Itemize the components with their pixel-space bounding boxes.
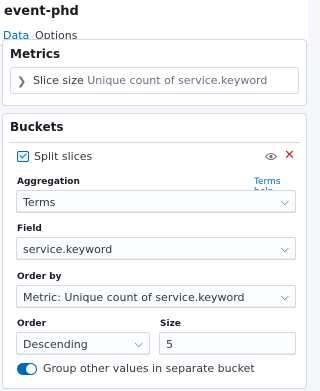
metrics-title: Metrics bbox=[10, 47, 61, 61]
order-label: Order bbox=[17, 319, 47, 329]
size-label: Size bbox=[160, 319, 181, 329]
order-select[interactable]: Descending ⌵ bbox=[16, 332, 150, 355]
close-icon[interactable]: ✕ bbox=[284, 148, 295, 163]
field-label: Field bbox=[17, 224, 42, 234]
metric-item-label: Slice size Unique count of service.keywo… bbox=[33, 74, 267, 87]
size-input[interactable]: 5 bbox=[159, 332, 296, 355]
chevron-down-icon: ⌵ bbox=[280, 242, 289, 255]
chevron-down-icon: ⌵ bbox=[280, 290, 289, 303]
buckets-panel: Buckets Split slices ✕ Aggregation Terms… bbox=[2, 113, 307, 389]
metric-slice-size[interactable]: ❯ Slice size Unique count of service.key… bbox=[10, 67, 299, 94]
aggregation-select[interactable]: Terms ⌵ bbox=[16, 190, 296, 213]
split-slices-bucket: Split slices ✕ Aggregation Terms help Te… bbox=[9, 142, 300, 388]
chevron-down-icon: ⌵ bbox=[134, 337, 143, 350]
group-other-label: Group other values in separate bucket bbox=[43, 362, 255, 375]
aggregation-label: Aggregation bbox=[17, 177, 80, 187]
metric-label-text: Slice size bbox=[33, 74, 84, 87]
buckets-title: Buckets bbox=[10, 120, 64, 134]
chevron-down-icon: ⌵ bbox=[280, 195, 289, 208]
checkbox-icon[interactable] bbox=[17, 151, 29, 162]
toggle-knob bbox=[26, 364, 36, 374]
metric-description: Unique count of service.keyword bbox=[87, 74, 268, 87]
order-by-select[interactable]: Metric: Unique count of service.keyword … bbox=[16, 285, 296, 308]
field-value: service.keyword bbox=[23, 243, 113, 256]
metrics-panel: Metrics ❯ Slice size Unique count of ser… bbox=[2, 39, 307, 106]
order-by-value: Metric: Unique count of service.keyword bbox=[23, 291, 245, 304]
group-other-toggle[interactable] bbox=[17, 363, 37, 375]
size-value: 5 bbox=[166, 338, 173, 351]
chevron-right-icon[interactable]: ❯ bbox=[17, 75, 26, 88]
order-value: Descending bbox=[23, 338, 88, 351]
aggregation-value: Terms bbox=[23, 196, 56, 209]
page-title: event-phd bbox=[4, 4, 79, 19]
order-by-label: Order by bbox=[17, 272, 62, 282]
split-slices-label[interactable]: Split slices bbox=[34, 150, 92, 163]
field-select[interactable]: service.keyword ⌵ bbox=[16, 237, 296, 260]
eye-icon[interactable] bbox=[265, 152, 277, 161]
